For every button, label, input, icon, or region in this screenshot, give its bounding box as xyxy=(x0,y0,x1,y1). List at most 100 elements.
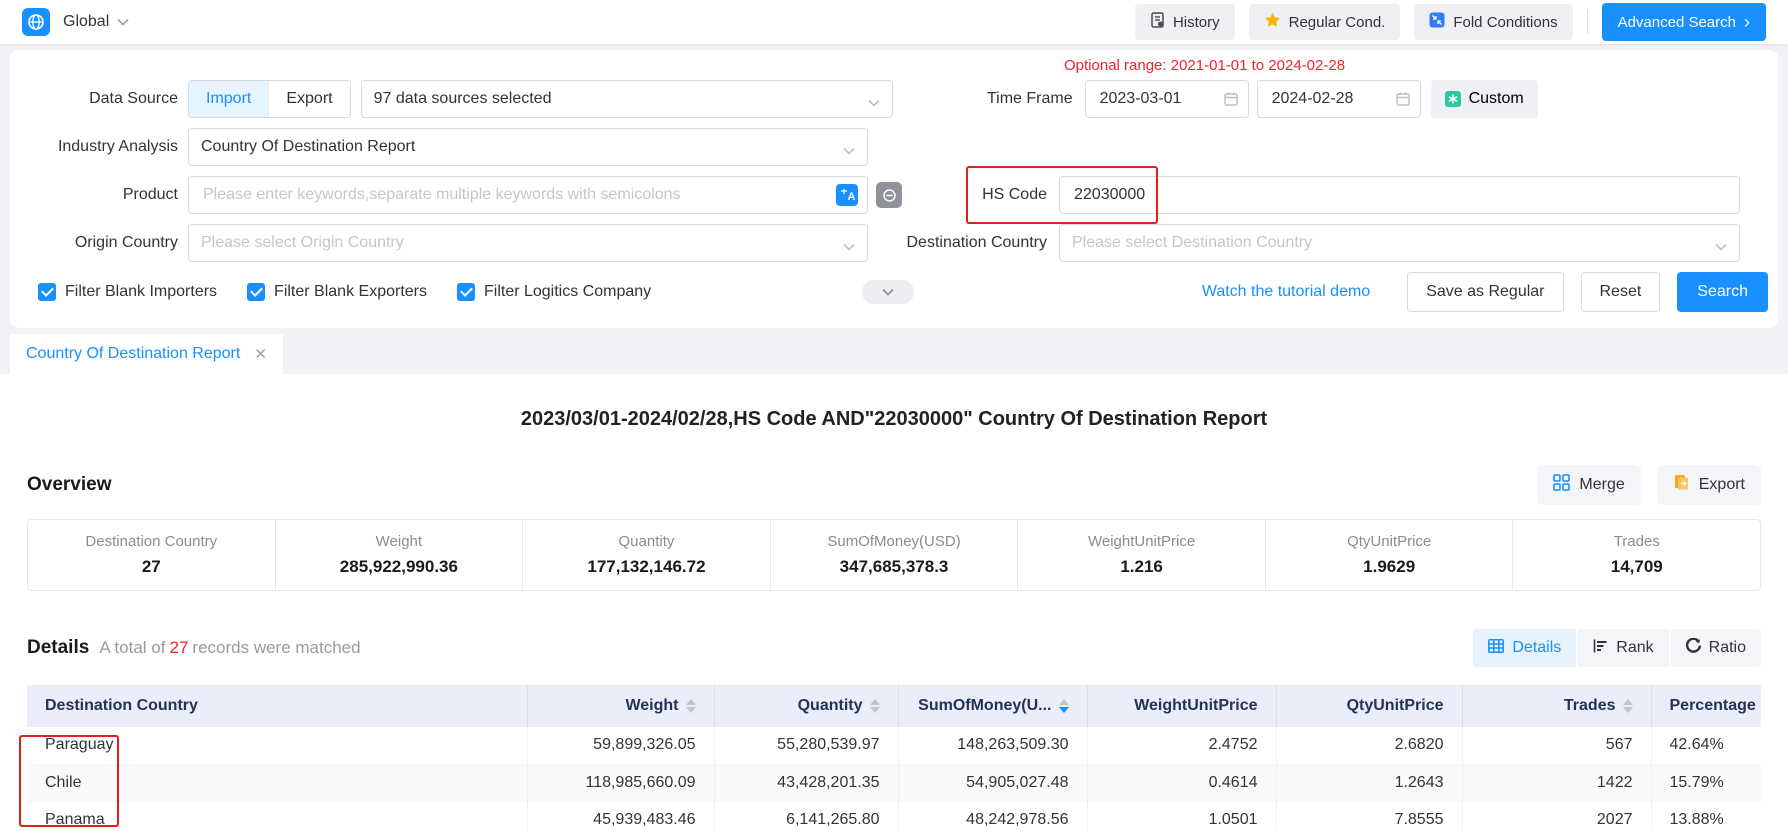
custom-range-button[interactable]: Custom xyxy=(1431,80,1538,118)
overview-stats-card: Destination Country 27 Weight 285,922,99… xyxy=(27,519,1761,591)
merge-button[interactable]: Merge xyxy=(1537,465,1640,505)
result-tabbar: Country Of Destination Report ✕ xyxy=(0,328,1788,374)
form-row-data-source: Data Source Import Export 97 data source… xyxy=(38,80,1750,118)
divider xyxy=(1587,10,1588,34)
col-weight[interactable]: Weight xyxy=(527,685,714,727)
details-table-wrap: Destination Country Weight Quantity SumO… xyxy=(27,685,1761,831)
stat-qty-unit-price: QtyUnitPrice 1.9629 xyxy=(1265,520,1513,590)
industry-analysis-label: Industry Analysis xyxy=(38,138,178,156)
time-frame-label: Time Frame xyxy=(893,90,1085,108)
report-content: 2023/03/01-2024/02/28,HS Code AND"220300… xyxy=(0,374,1788,831)
destination-country-label: Destination Country xyxy=(868,234,1059,252)
stat-sum-of-money: SumOfMoney(USD) 347,685,378.3 xyxy=(770,520,1018,590)
save-as-regular-button[interactable]: Save as Regular xyxy=(1407,272,1563,312)
table-header-row: Destination Country Weight Quantity SumO… xyxy=(27,685,1761,727)
chevron-right-icon: › xyxy=(1744,13,1750,31)
col-weight-unit-price: WeightUnitPrice xyxy=(1087,685,1276,727)
matched-count: 27 xyxy=(165,638,192,657)
form-actions: Watch the tutorial demo Save as Regular … xyxy=(1202,272,1768,312)
cell-country[interactable]: Paraguay xyxy=(27,727,527,764)
details-table: Destination Country Weight Quantity SumO… xyxy=(27,685,1761,831)
details-header: Details A total of27records were matched… xyxy=(27,629,1761,667)
origin-country-select[interactable]: Please select Origin Country xyxy=(188,224,868,262)
industry-analysis-select[interactable]: Country Of Destination Report xyxy=(188,128,868,166)
close-icon[interactable]: ✕ xyxy=(254,345,267,363)
chevron-down-icon xyxy=(843,238,855,256)
sort-icon[interactable] xyxy=(870,699,880,713)
details-heading-area: Details A total of27records were matched xyxy=(27,637,361,659)
view-ratio-button[interactable]: Ratio xyxy=(1671,629,1761,667)
chevron-down-icon xyxy=(117,18,129,26)
form-row-industry: Industry Analysis Country Of Destination… xyxy=(38,128,1750,166)
product-input[interactable] xyxy=(188,176,868,214)
records-matched-text: A total of27records were matched xyxy=(99,638,360,658)
end-date-input[interactable] xyxy=(1257,80,1421,118)
import-toggle[interactable]: Import xyxy=(189,81,268,117)
filter-blank-exporters-checkbox[interactable]: Filter Blank Exporters xyxy=(247,283,427,301)
product-label: Product xyxy=(38,186,178,204)
table-row[interactable]: Paraguay 59,899,326.05 55,280,539.97 148… xyxy=(27,727,1761,764)
svg-text:A: A xyxy=(848,191,856,203)
start-date-input[interactable] xyxy=(1085,80,1249,118)
col-trades[interactable]: Trades xyxy=(1462,685,1651,727)
cell-country[interactable]: Panama xyxy=(27,801,527,831)
table-row[interactable]: Panama 45,939,483.46 6,141,265.80 48,242… xyxy=(27,801,1761,831)
col-destination-country: Destination Country xyxy=(27,685,527,727)
brand-area[interactable]: Global xyxy=(22,8,129,36)
export-icon xyxy=(1673,474,1690,496)
export-toggle[interactable]: Export xyxy=(268,81,349,117)
report-title: 2023/03/01-2024/02/28,HS Code AND"220300… xyxy=(27,374,1761,431)
overview-heading: Overview xyxy=(27,474,112,496)
col-percentage: Percentage xyxy=(1651,685,1761,727)
view-rank-button[interactable]: Rank xyxy=(1578,629,1668,667)
search-button[interactable]: Search xyxy=(1677,272,1768,312)
sort-icon-active-desc[interactable] xyxy=(1059,699,1069,713)
advanced-search-button[interactable]: Advanced Search › xyxy=(1602,3,1766,41)
end-date-field[interactable] xyxy=(1257,80,1421,118)
sort-icon[interactable] xyxy=(686,699,696,713)
regular-cond-button[interactable]: Regular Cond. xyxy=(1249,4,1401,40)
globe-logo-icon xyxy=(22,8,50,36)
filter-logitics-company-checkbox[interactable]: Filter Logitics Company xyxy=(457,283,651,301)
sort-icon[interactable] xyxy=(1623,699,1633,713)
history-button[interactable]: History xyxy=(1135,4,1235,40)
stat-quantity: Quantity 177,132,146.72 xyxy=(522,520,770,590)
overview-header: Overview Merge Export xyxy=(27,465,1761,505)
stat-destination-country: Destination Country 27 xyxy=(28,520,275,590)
view-toggle: Details Rank Ratio xyxy=(1473,629,1761,667)
data-sources-select[interactable]: 97 data sources selected xyxy=(361,80,893,118)
form-row-countries: Origin Country Please select Origin Coun… xyxy=(38,224,1750,262)
checkbox-checked-icon xyxy=(247,283,265,301)
pie-ratio-icon xyxy=(1686,638,1701,658)
reset-button[interactable]: Reset xyxy=(1581,272,1661,312)
tutorial-demo-link[interactable]: Watch the tutorial demo xyxy=(1202,283,1370,301)
origin-placeholder: Please select Origin Country xyxy=(201,234,404,252)
hs-code-input[interactable] xyxy=(1059,176,1740,214)
table-icon xyxy=(1488,639,1504,658)
similar-search-icon[interactable] xyxy=(876,182,902,208)
fold-conditions-button[interactable]: Fold Conditions xyxy=(1414,4,1572,40)
topbar-actions: History Regular Cond. Fold Conditions Ad… xyxy=(1135,3,1766,41)
form-row-product-hscode: Product A HS Code xyxy=(38,176,1750,214)
destination-country-select[interactable]: Please select Destination Country xyxy=(1059,224,1740,262)
chevron-down-icon xyxy=(868,94,880,112)
view-details-button[interactable]: Details xyxy=(1473,629,1576,667)
col-quantity[interactable]: Quantity xyxy=(714,685,898,727)
tab-country-of-destination-report[interactable]: Country Of Destination Report ✕ xyxy=(10,334,283,374)
history-icon xyxy=(1150,12,1165,32)
search-form-panel: Optional range: 2021-01-01 to 2024-02-28… xyxy=(10,50,1778,328)
stat-weight-unit-price: WeightUnitPrice 1.216 xyxy=(1017,520,1265,590)
table-row[interactable]: Chile 118,985,660.09 43,428,201.35 54,90… xyxy=(27,764,1761,801)
col-sum-of-money[interactable]: SumOfMoney(U... xyxy=(898,685,1087,727)
cell-country[interactable]: Chile xyxy=(27,764,527,801)
overview-actions: Merge Export xyxy=(1537,465,1761,505)
bar-rank-icon xyxy=(1593,639,1608,658)
translate-icon[interactable]: A xyxy=(836,184,858,206)
filter-blank-importers-checkbox[interactable]: Filter Blank Importers xyxy=(38,283,217,301)
collapse-conditions-button[interactable] xyxy=(862,280,914,304)
stat-trades: Trades 14,709 xyxy=(1512,520,1760,590)
origin-country-label: Origin Country xyxy=(38,234,178,252)
data-source-label: Data Source xyxy=(38,90,178,108)
start-date-field[interactable] xyxy=(1085,80,1249,118)
export-button[interactable]: Export xyxy=(1657,465,1761,505)
